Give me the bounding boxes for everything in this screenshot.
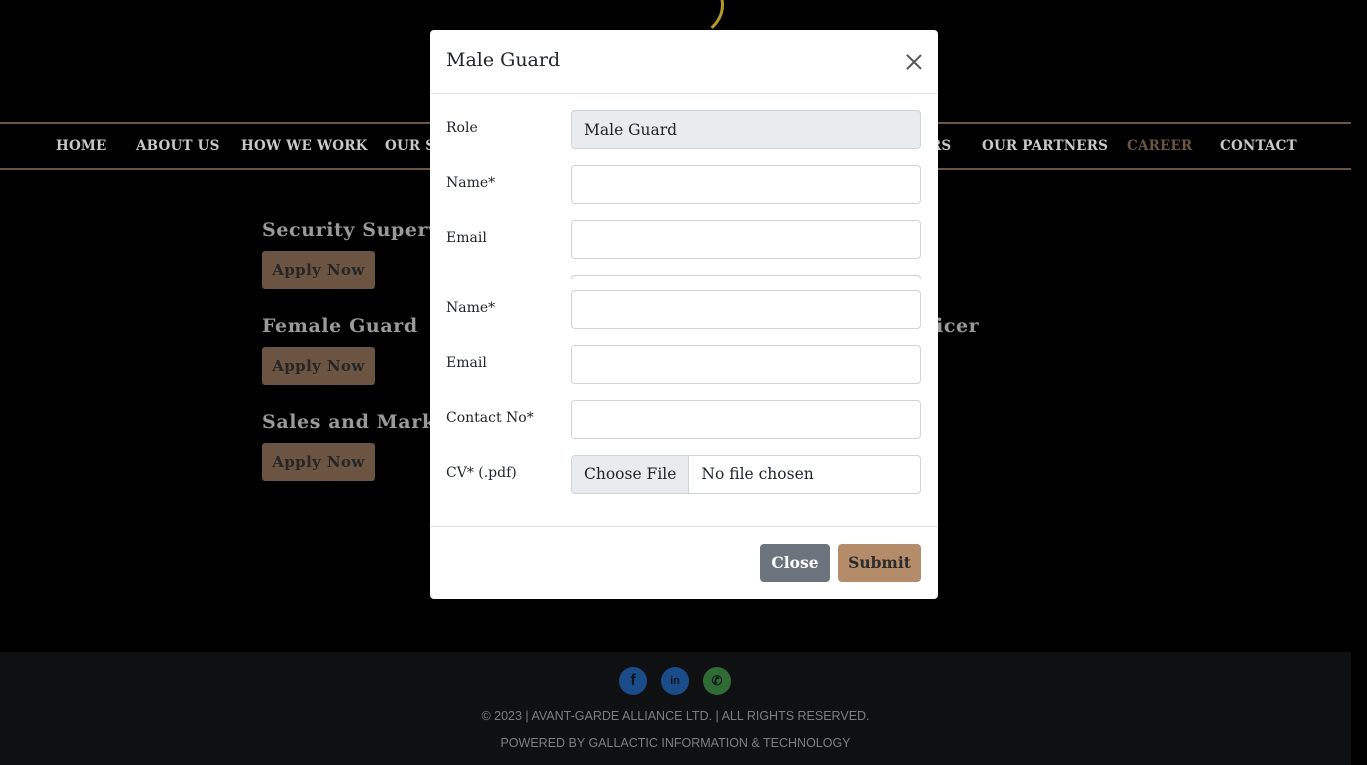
powered-by-text: POWERED BY GALLACTIC INFORMATION & TECHN… — [500, 736, 851, 750]
job-title-sales-marketing: Sales and Mark — [262, 411, 436, 433]
cv-label: CV* (.pdf) — [446, 465, 517, 481]
site-footer: f in ✆ © 2023 | AVANT-GARDE ALLIANCE LTD… — [0, 652, 1351, 765]
job-title-female-guard: Female Guard — [262, 315, 418, 337]
close-button[interactable]: Close — [760, 544, 830, 582]
cv-file-input[interactable]: Choose File No file chosen — [571, 455, 921, 494]
job-title-security-supervisor: Security Superv — [262, 219, 440, 241]
role-label: Role — [446, 120, 478, 136]
nav-our-partners[interactable]: OUR PARTNERS — [982, 138, 1108, 154]
facebook-icon[interactable]: f — [619, 667, 647, 695]
name-label: Name* — [446, 175, 496, 191]
modal-header: Male Guard — [430, 30, 938, 94]
nav-home[interactable]: HOME — [56, 138, 107, 154]
name-field[interactable] — [571, 165, 921, 204]
name-label: Name* — [446, 300, 496, 316]
whatsapp-icon[interactable]: ✆ — [703, 667, 731, 695]
nav-our-services[interactable]: OUR S — [385, 138, 435, 154]
email-label: Email — [446, 355, 487, 371]
file-status-text: No file chosen — [701, 465, 814, 483]
nav-career[interactable]: CAREER — [1127, 138, 1192, 154]
copyright-text: © 2023 | AVANT-GARDE ALLIANCE LTD. | ALL… — [481, 709, 870, 723]
email-field[interactable] — [571, 345, 921, 384]
apply-modal: Male Guard Role Name* Email Name* Email … — [430, 30, 938, 599]
page-scrollbar[interactable] — [1351, 0, 1367, 765]
name-field[interactable] — [571, 290, 921, 329]
job-title-officer: icer — [936, 315, 980, 337]
choose-file-button[interactable]: Choose File — [572, 456, 690, 493]
clipped-field — [571, 275, 921, 279]
contact-label: Contact No* — [446, 410, 534, 426]
close-icon[interactable] — [904, 52, 924, 72]
modal-footer: Close Submit — [430, 526, 938, 599]
modal-title: Male Guard — [446, 49, 561, 71]
apply-now-button[interactable]: Apply Now — [262, 443, 375, 481]
apply-now-button[interactable]: Apply Now — [262, 251, 375, 289]
apply-now-button[interactable]: Apply Now — [262, 347, 375, 385]
nav-contact[interactable]: CONTACT — [1220, 138, 1297, 154]
linkedin-icon[interactable]: in — [661, 667, 689, 695]
email-label: Email — [446, 230, 487, 246]
nav-how-we-work[interactable]: HOW WE WORK — [241, 138, 368, 154]
submit-button[interactable]: Submit — [838, 544, 921, 582]
nav-about-us[interactable]: ABOUT US — [136, 138, 220, 154]
contact-field[interactable] — [571, 400, 921, 439]
role-field — [571, 110, 921, 149]
application-form: Role Name* Email Name* Email Contact No*… — [430, 94, 938, 526]
email-field[interactable] — [571, 220, 921, 259]
